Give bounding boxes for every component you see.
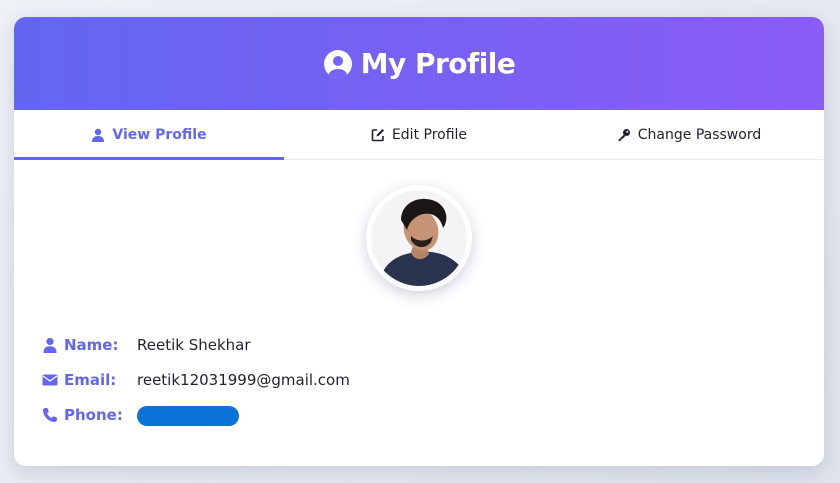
tab-label: Change Password xyxy=(637,126,762,143)
profile-details: Name: Reetik Shekhar Email: reetik120319… xyxy=(42,327,350,432)
phone-label: Phone: xyxy=(64,405,123,424)
key-icon xyxy=(617,128,631,142)
tab-label: Edit Profile xyxy=(391,126,468,143)
phone-redaction xyxy=(137,405,239,426)
avatar xyxy=(366,185,472,291)
envelope-icon xyxy=(42,372,58,388)
tab-change-password[interactable]: Change Password xyxy=(554,110,824,159)
name-label: Name: xyxy=(64,335,119,354)
phone-row: Phone: xyxy=(42,397,350,432)
edit-icon xyxy=(371,128,385,142)
name-value: Reetik Shekhar xyxy=(137,335,251,354)
email-label-wrap: Email: xyxy=(42,371,137,389)
profile-tabs: View Profile Edit Profile Change Passwor… xyxy=(14,110,824,160)
email-label: Email: xyxy=(64,370,117,389)
tab-label: View Profile xyxy=(112,126,207,143)
phone-label-wrap: Phone: xyxy=(42,406,137,424)
profile-photo xyxy=(371,190,467,286)
name-row: Name: Reetik Shekhar xyxy=(42,327,350,362)
user-icon xyxy=(42,337,58,353)
tab-edit-profile[interactable]: Edit Profile xyxy=(284,110,554,159)
phone-icon xyxy=(42,407,58,423)
email-value: reetik12031999@gmail.com xyxy=(137,370,350,389)
user-circle-icon xyxy=(323,49,353,79)
user-icon xyxy=(91,128,105,142)
email-row: Email: reetik12031999@gmail.com xyxy=(42,362,350,397)
profile-header: My Profile xyxy=(14,17,824,110)
name-label-wrap: Name: xyxy=(42,336,137,354)
tab-view-profile[interactable]: View Profile xyxy=(14,110,284,160)
profile-card: My Profile View Profile Edit Profile Cha… xyxy=(14,17,824,466)
page-title: My Profile xyxy=(360,47,516,80)
